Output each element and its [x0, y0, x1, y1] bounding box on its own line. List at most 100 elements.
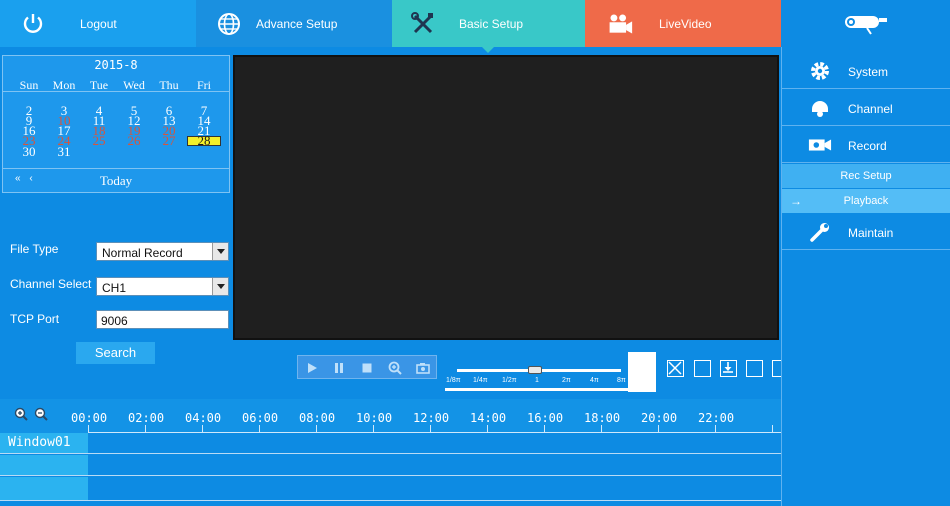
timeline-hour: 10:00	[356, 411, 393, 425]
tick	[373, 425, 374, 432]
timeline-hour: 20:00	[641, 411, 678, 425]
calendar-today-button[interactable]: Today	[3, 173, 229, 189]
download-icon[interactable]	[720, 360, 737, 377]
timeline-row[interactable]: Window01	[0, 433, 781, 454]
calendar-day[interactable]: 31	[47, 145, 81, 158]
timeline-hour: 08:00	[299, 411, 336, 425]
weekday: Sun	[19, 78, 39, 92]
timeline-hour: 04:00	[185, 411, 222, 425]
single-window-icon[interactable]	[694, 360, 711, 377]
zoom-out-icon[interactable]	[34, 407, 48, 421]
sidebar-item-playback[interactable]: → Playback	[782, 189, 950, 213]
speed-label: 1/4π	[473, 377, 488, 384]
timeline-ticks	[88, 424, 781, 433]
arrow-right-icon: →	[790, 194, 802, 208]
stop-icon[interactable]	[359, 360, 375, 376]
sidebar-item-label: System	[848, 65, 889, 79]
calendar-day[interactable]: 30	[12, 145, 46, 158]
calendar-day-with-record[interactable]: 27	[152, 134, 186, 147]
speed-label: 4π	[590, 377, 599, 384]
weekday: Wed	[123, 78, 145, 92]
tools-icon	[410, 11, 436, 37]
timeline-hour: 02:00	[128, 411, 165, 425]
speed-label: 8π	[617, 377, 626, 384]
sidebar-item-rec-setup[interactable]: Rec Setup	[782, 164, 950, 188]
search-button[interactable]: Search	[76, 342, 155, 364]
calendar-weekdays: Sun Mon Tue Wed Thu Fri	[3, 78, 229, 92]
sidebar-item-record[interactable]: Record	[782, 127, 950, 163]
tick	[430, 425, 431, 432]
split-window-icon[interactable]	[772, 360, 781, 377]
file-type-label: File Type	[10, 242, 59, 256]
tab-livevideo[interactable]: LiveVideo	[585, 0, 781, 47]
sidebar-item-label: Record	[848, 139, 887, 153]
timeline-row[interactable]	[0, 477, 781, 501]
calendar-footer: « ‹ Today	[3, 168, 229, 192]
timeline-header: 00:00 02:00 04:00 06:00 08:00 10:00 12:0…	[0, 399, 781, 433]
tab-advance-setup[interactable]: Advance Setup	[196, 0, 392, 47]
gear-icon	[808, 60, 832, 82]
calendar-days: 2 3 4 5 6 7 9 10 11 12 13 14 16 17 18 19…	[3, 104, 229, 162]
sidebar-item-channel[interactable]: Channel	[782, 90, 950, 126]
top-navigation: Logout Advance Setup Basic Setup LiveVid…	[0, 0, 950, 53]
channel-select[interactable]: CH1	[96, 277, 229, 296]
snapshot-camera-icon[interactable]	[415, 360, 431, 376]
calendar-day-with-record[interactable]: 26	[117, 134, 151, 147]
cctv-camera-icon	[837, 11, 889, 37]
timeline-hour: 22:00	[698, 411, 735, 425]
brand-logo	[781, 0, 950, 47]
timeline-hour: 06:00	[242, 411, 279, 425]
tab-logout-label: Logout	[80, 17, 117, 31]
speed-baseline	[445, 388, 628, 391]
video-playback-window[interactable]	[233, 55, 779, 340]
tick	[316, 425, 317, 432]
tcp-port-input[interactable]: 9006	[96, 310, 229, 329]
weekday: Tue	[89, 78, 109, 92]
weekday: Fri	[196, 78, 211, 92]
tick	[259, 425, 260, 432]
tick	[487, 425, 488, 432]
timeline-row[interactable]	[0, 455, 781, 476]
calendar-month: 2015-8	[94, 58, 138, 72]
calendar-day-selected[interactable]: 28	[187, 134, 221, 147]
sidebar-item-label: Playback	[843, 195, 889, 207]
speed-label: 2π	[562, 377, 571, 384]
sidebar-item-label: Maintain	[848, 226, 894, 240]
tcp-port-label: TCP Port	[10, 312, 60, 326]
file-type-value: Normal Record	[102, 246, 183, 260]
chevron-down-icon	[212, 278, 228, 295]
sidebar-item-system[interactable]: System	[782, 53, 950, 89]
tab-logout[interactable]: Logout	[0, 0, 196, 47]
zoom-in-icon[interactable]	[14, 407, 28, 421]
channel-value: CH1	[102, 281, 127, 295]
tab-basic-label: Basic Setup	[459, 17, 524, 31]
weekday: Thu	[159, 78, 179, 92]
timeline-row-label: Window01	[0, 433, 88, 453]
zoom-in-icon[interactable]	[387, 360, 403, 376]
tick	[202, 425, 203, 432]
speed-slider[interactable]: 1/8π 1/4π 1/2π 1 2π 4π 8π	[445, 352, 628, 392]
video-camera-icon	[607, 11, 633, 37]
wrench-icon	[808, 221, 832, 243]
close-all-windows-icon[interactable]	[667, 360, 684, 377]
sidebar-item-maintain[interactable]: Maintain	[782, 214, 950, 250]
pause-icon[interactable]	[331, 360, 347, 376]
play-icon[interactable]	[304, 360, 320, 376]
file-type-select[interactable]: Normal Record	[96, 242, 229, 261]
tick	[601, 425, 602, 432]
timeline-row-label	[0, 477, 88, 500]
timeline-hour: 18:00	[584, 411, 621, 425]
record-camera-icon	[808, 134, 832, 156]
sidebar-item-label: Channel	[848, 102, 893, 116]
fullscreen-icon[interactable]	[746, 360, 763, 377]
globe-icon	[216, 11, 242, 37]
tick	[772, 425, 773, 432]
calendar: 2015-8 Sun Mon Tue Wed Thu Fri 2 3 4 5 6…	[2, 55, 230, 193]
tab-livevideo-label: LiveVideo	[659, 17, 712, 31]
calendar-day-with-record[interactable]: 25	[82, 134, 116, 147]
playback-controls	[297, 355, 437, 379]
weekday: Mon	[52, 78, 76, 92]
speed-thumb[interactable]	[528, 366, 542, 374]
power-icon	[20, 11, 46, 37]
tab-basic-setup[interactable]: Basic Setup	[392, 0, 585, 53]
